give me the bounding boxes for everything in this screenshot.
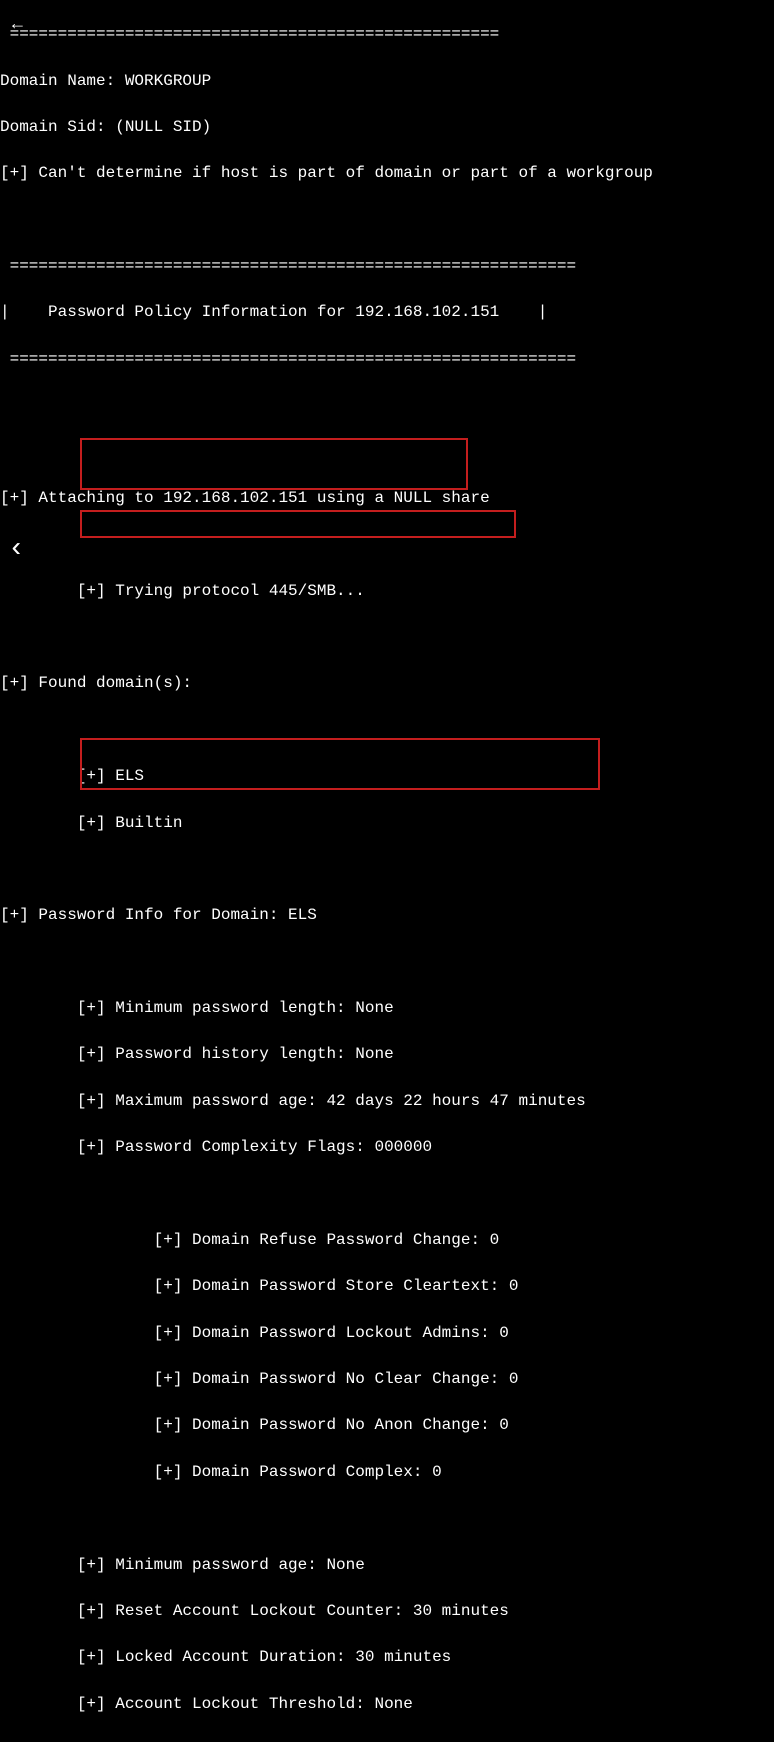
- blank-line: [0, 209, 774, 232]
- forced-logoff-line: [+] Forced Log off Time: Not Set: [0, 1739, 774, 1742]
- blank-line: [0, 1507, 774, 1530]
- max-pwd-age-line: [+] Maximum password age: 42 days 22 hou…: [0, 1090, 774, 1113]
- domain-lockout-admin-line: [+] Domain Password Lockout Admins: 0: [0, 1322, 774, 1345]
- domain-no-anon-line: [+] Domain Password No Anon Change: 0: [0, 1414, 774, 1437]
- domain-name-line: Domain Name: WORKGROUP: [0, 70, 774, 93]
- domain-els-line: [+] ELS: [0, 765, 774, 788]
- pwd-complexity-line: [+] Password Complexity Flags: 000000: [0, 1136, 774, 1159]
- terminal-output: ========================================…: [0, 0, 774, 1742]
- blank-line: [0, 951, 774, 974]
- section-border-bottom: ========================================…: [0, 348, 774, 371]
- domain-refuse-line: [+] Domain Refuse Password Change: 0: [0, 1229, 774, 1252]
- domain-store-line: [+] Domain Password Store Cleartext: 0: [0, 1275, 774, 1298]
- blank-line: [0, 533, 774, 556]
- pwd-history-len-line: [+] Password history length: None: [0, 1043, 774, 1066]
- domain-no-clear-line: [+] Domain Password No Clear Change: 0: [0, 1368, 774, 1391]
- domain-builtin-line: [+] Builtin: [0, 812, 774, 835]
- blank-line: [0, 1183, 774, 1206]
- blank-line: [0, 858, 774, 881]
- domain-detect-line: [+] Can't determine if host is part of d…: [0, 162, 774, 185]
- password-info-header: [+] Password Info for Domain: ELS: [0, 904, 774, 927]
- min-pwd-age-line: [+] Minimum password age: None: [0, 1554, 774, 1577]
- section-title: | Password Policy Information for 192.16…: [0, 301, 774, 324]
- blank-line: [0, 441, 774, 464]
- locked-duration-line: [+] Locked Account Duration: 30 minutes: [0, 1646, 774, 1669]
- min-pwd-len-line: [+] Minimum password length: None: [0, 997, 774, 1020]
- blank-line: [0, 626, 774, 649]
- section-border-top: ========================================…: [0, 255, 774, 278]
- found-domains-line: [+] Found domain(s):: [0, 672, 774, 695]
- domain-sid-line: Domain Sid: (NULL SID): [0, 116, 774, 139]
- lockout-threshold-line: [+] Account Lockout Threshold: None: [0, 1693, 774, 1716]
- reset-counter-line: [+] Reset Account Lockout Counter: 30 mi…: [0, 1600, 774, 1623]
- trying-protocol-line: [+] Trying protocol 445/SMB...: [0, 580, 774, 603]
- domain-complex-line: [+] Domain Password Complex: 0: [0, 1461, 774, 1484]
- separator-line: ========================================…: [0, 23, 774, 46]
- blank-line: [0, 394, 774, 417]
- blank-line: [0, 719, 774, 742]
- attaching-line: [+] Attaching to 192.168.102.151 using a…: [0, 487, 774, 510]
